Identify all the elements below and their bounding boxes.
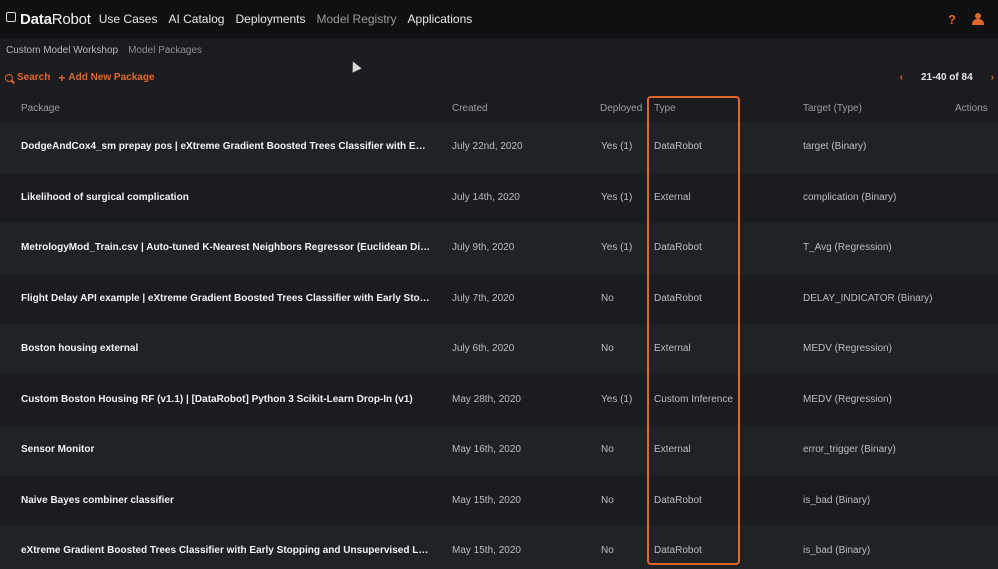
table-row[interactable]: eXtreme Gradient Boosted Trees Classifie… [0,526,998,569]
package-name[interactable]: Likelihood of surgical complication [21,173,431,224]
package-type: Custom Inference [654,393,733,405]
column-header-target[interactable]: Target (Type) [803,103,862,114]
search-label: Search [17,72,51,83]
deployed-status: No [601,545,614,556]
nav-item-deployments[interactable]: Deployments [235,12,305,26]
deployed-status: Yes (1) [601,242,633,253]
package-type: DataRobot [654,242,702,253]
package-name[interactable]: Boston housing external [21,324,431,375]
user-icon[interactable] [972,13,984,25]
target-type: error_trigger (Binary) [803,444,896,455]
deployed-status: No [601,494,614,506]
deployed-status: No [601,343,614,354]
target-type: complication (Binary) [803,191,897,203]
table-row[interactable]: Naive Bayes combiner classifier May 15th… [0,475,998,527]
package-type: External [654,444,691,455]
created-date: May 28th, 2020 [452,393,521,405]
package-table-body: DodgeAndCox4_sm prepay pos | eXtreme Gra… [0,122,998,569]
breadcrumb-model-packages[interactable]: Model Packages [128,45,202,56]
deployed-status: Yes (1) [601,393,633,405]
target-type: MEDV (Regression) [803,343,892,354]
breadcrumb: Custom Model Workshop Model Packages [6,45,212,56]
created-date: July 14th, 2020 [452,191,520,203]
toolbar: Search + Add New Package [5,70,163,85]
created-date: July 6th, 2020 [452,343,515,354]
package-type: DataRobot [654,545,702,556]
logo-text: DataRobot [20,10,91,28]
table-row[interactable]: Sensor Monitor May 16th, 2020 No Externa… [0,425,998,476]
breadcrumb-custom-model-workshop[interactable]: Custom Model Workshop [6,45,118,56]
datarobot-logo[interactable]: DataRobot [6,0,91,38]
nav-item-use-cases[interactable]: Use Cases [99,12,158,26]
plus-icon: + [58,70,66,85]
table-header: Package Created Deployed Type Target (Ty… [0,98,998,120]
table-row[interactable]: MetrologyMod_Train.csv | Auto-tuned K-Ne… [0,223,998,274]
package-type: DataRobot [654,494,702,506]
target-type: T_Avg (Regression) [803,242,892,253]
table-row[interactable]: Custom Boston Housing RF (v1.1) | [DataR… [0,374,998,426]
nav-item-applications[interactable]: Applications [408,12,473,26]
target-type: target (Binary) [803,141,867,152]
search-button[interactable]: Search [5,72,50,83]
target-type: MEDV (Regression) [803,393,892,405]
package-type: DataRobot [654,292,702,304]
add-new-package-button[interactable]: + Add New Package [58,70,155,85]
package-name[interactable]: DodgeAndCox4_sm prepay pos | eXtreme Gra… [21,122,431,173]
table-row[interactable]: Boston housing external July 6th, 2020 N… [0,324,998,375]
package-type: External [654,191,691,203]
deployed-status: No [601,292,614,304]
column-header-created[interactable]: Created [452,103,488,114]
chevron-left-icon[interactable]: ‹ [900,72,903,83]
created-date: July 22nd, 2020 [452,141,523,152]
package-name[interactable]: Sensor Monitor [21,425,431,476]
created-date: July 7th, 2020 [452,292,515,304]
package-name[interactable]: Flight Delay API example | eXtreme Gradi… [21,274,431,325]
deployed-status: No [601,444,614,455]
created-date: May 15th, 2020 [452,545,521,556]
nav-right: ? [948,0,984,38]
target-type: is_bad (Binary) [803,494,871,506]
top-nav: DataRobot Use Cases AI Catalog Deploymen… [0,0,998,38]
table-row[interactable]: Flight Delay API example | eXtreme Gradi… [0,273,998,325]
pagination: ‹ 21-40 of 84 › [900,72,994,83]
package-type: External [654,343,691,354]
target-type: DELAY_INDICATOR (Binary) [803,292,933,304]
column-header-type[interactable]: Type [654,103,676,114]
column-header-actions: Actions [955,103,988,114]
search-icon [5,73,13,82]
add-new-package-label: Add New Package [68,72,155,83]
column-header-package[interactable]: Package [21,103,60,114]
created-date: May 16th, 2020 [452,444,521,455]
nav-item-model-registry[interactable]: Model Registry [317,12,397,26]
deployed-status: Yes (1) [601,191,633,203]
deployed-status: Yes (1) [601,141,633,152]
help-icon[interactable]: ? [948,12,956,27]
package-name[interactable]: Custom Boston Housing RF (v1.1) | [DataR… [21,375,431,426]
pagination-range: 21-40 of 84 [920,72,973,83]
mouse-cursor-icon [348,59,362,73]
package-name[interactable]: MetrologyMod_Train.csv | Auto-tuned K-Ne… [21,223,431,274]
nav-item-ai-catalog[interactable]: AI Catalog [168,12,224,26]
created-date: July 9th, 2020 [452,242,515,253]
column-header-deployed[interactable]: Deployed [600,103,642,114]
created-date: May 15th, 2020 [452,494,521,506]
robot-logo-icon [6,12,16,22]
chevron-right-icon[interactable]: › [991,72,994,83]
nav-items: Use Cases AI Catalog Deployments Model R… [99,12,484,26]
target-type: is_bad (Binary) [803,545,871,556]
table-row[interactable]: Likelihood of surgical complication July… [0,172,998,224]
package-name[interactable]: eXtreme Gradient Boosted Trees Classifie… [21,526,431,569]
package-name[interactable]: Naive Bayes combiner classifier [21,476,431,527]
package-type: DataRobot [654,141,702,152]
table-row[interactable]: DodgeAndCox4_sm prepay pos | eXtreme Gra… [0,122,998,173]
